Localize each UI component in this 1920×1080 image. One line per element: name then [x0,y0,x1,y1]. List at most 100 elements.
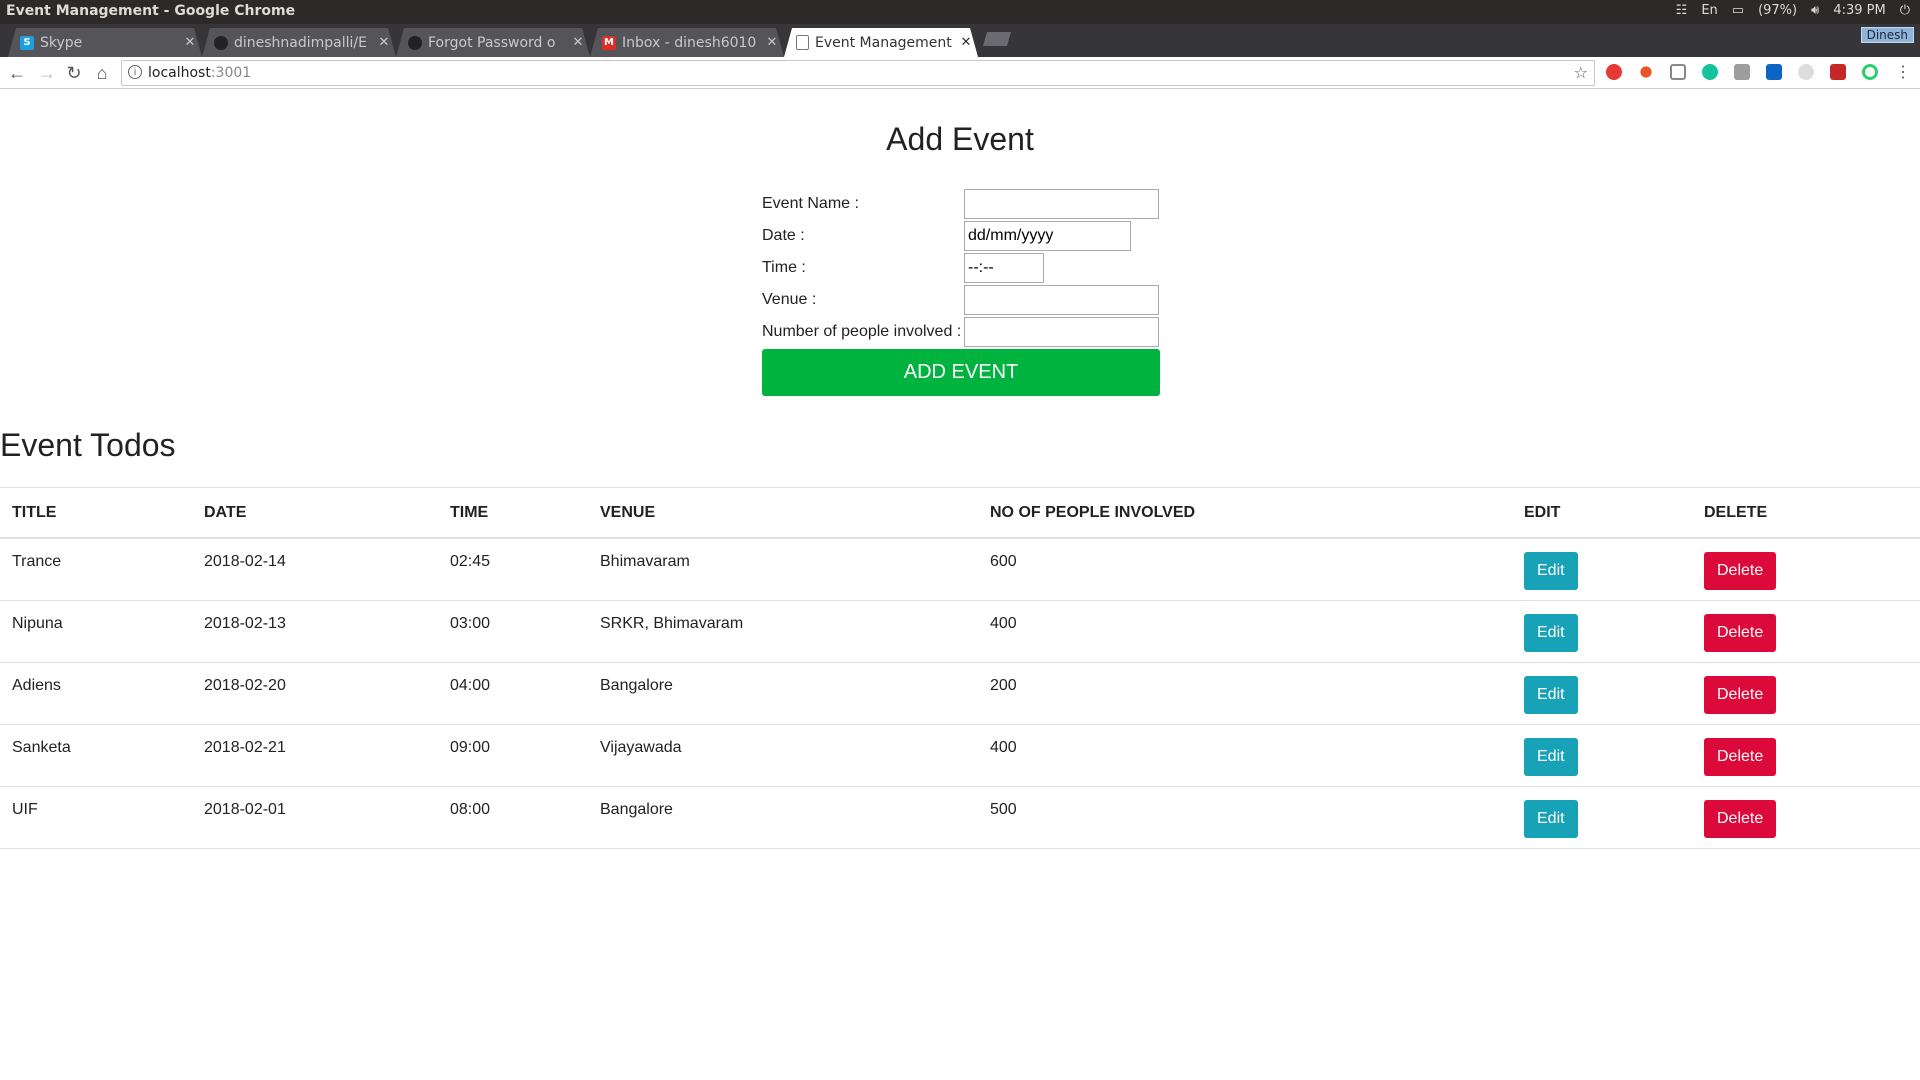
edit-button[interactable]: Edit [1524,799,1578,838]
forward-icon[interactable]: → [36,62,58,84]
tab-strip: S Skype ✕ dineshnadimpalli/E ✕ Forgot Pa… [0,24,1920,57]
tab-github-repo[interactable]: dineshnadimpalli/E ✕ [202,28,396,57]
add-event-button[interactable]: ADD EVENT [762,349,1160,396]
close-tab-icon[interactable]: ✕ [372,35,396,50]
extension-box-icon[interactable] [1670,64,1686,80]
tab-forgot-password[interactable]: Forgot Password o ✕ [396,28,590,57]
extension-red-icon[interactable] [1830,64,1846,80]
cell-date: 2018-02-20 [192,662,438,725]
tab-gmail-inbox[interactable]: M Inbox - dinesh6010 ✕ [590,28,784,57]
cell-date: 2018-02-13 [192,600,438,663]
event-name-label: Event Name : [762,195,859,212]
venue-input[interactable] [964,285,1159,315]
cell-date: 2018-02-21 [192,724,438,787]
cell-title: Trance [0,538,192,601]
tab-label: dineshnadimpalli/E [234,34,367,51]
edit-button[interactable]: Edit [1524,613,1578,652]
close-tab-icon[interactable]: ✕ [566,35,590,50]
site-info-icon[interactable]: i [128,65,142,79]
extension-g-icon[interactable] [1734,64,1750,80]
cell-venue: Bhimavaram [588,538,978,601]
new-tab-button[interactable] [983,32,1011,46]
cell-edit: Edit [1512,786,1692,849]
extension-shield-icon[interactable] [1606,64,1622,80]
edit-button[interactable]: Edit [1524,675,1578,714]
page-content: Add Event Event Name : Date : Time : Ven… [0,89,1920,1080]
table-row: Sanketa 2018-02-21 09:00 Vijayawada 400 … [0,724,1920,787]
cell-time: 02:45 [438,538,588,601]
delete-button[interactable]: Delete [1704,675,1777,714]
cell-venue: Vijayawada [588,724,978,787]
delete-button[interactable]: Delete [1704,799,1777,838]
grammarly-icon[interactable] [1702,64,1718,80]
table-row: Adiens 2018-02-20 04:00 Bangalore 200 Ed… [0,662,1920,725]
power-icon[interactable]: ⏻ [1900,3,1910,18]
reload-icon[interactable]: ↻ [63,62,85,84]
delete-button[interactable]: Delete [1704,737,1777,776]
header-date: DATE [192,487,438,539]
add-event-title: Add Event [886,121,1034,157]
tab-skype[interactable]: S Skype ✕ [8,28,202,57]
battery-icon[interactable]: ▭ [1732,3,1744,18]
cell-time: 08:00 [438,786,588,849]
header-title: TITLE [0,487,192,539]
volume-icon[interactable]: 🔊︎ [1811,3,1819,18]
clock[interactable]: 4:39 PM [1833,3,1885,18]
cell-people: 500 [978,786,1512,849]
skype-icon: S [20,36,34,50]
cell-people: 600 [978,538,1512,601]
extension-fox-icon[interactable] [1640,66,1652,78]
cell-time: 04:00 [438,662,588,725]
delete-button[interactable]: Delete [1704,552,1777,590]
network-icon[interactable]: ☷ [1676,3,1688,18]
close-tab-icon[interactable]: ✕ [178,35,202,50]
date-input[interactable] [964,221,1131,251]
tab-label: Forgot Password o [428,34,556,51]
back-icon[interactable]: ← [6,62,28,84]
cell-venue: Bangalore [588,786,978,849]
close-tab-icon[interactable]: ✕ [954,35,978,50]
extension-circle-icon[interactable] [1798,64,1814,80]
close-tab-icon[interactable]: ✕ [760,35,784,50]
cell-delete: Delete [1692,724,1920,787]
people-row: Number of people involved : [762,317,1160,347]
tab-event-management[interactable]: Event Management ✕ [784,28,978,57]
bookmark-star-icon[interactable]: ☆ [1574,63,1588,82]
time-input[interactable] [964,253,1044,283]
cell-title: UIF [0,786,192,849]
github-icon [408,36,422,50]
cell-delete: Delete [1692,538,1920,601]
home-icon[interactable]: ⌂ [91,62,113,84]
window-title: Event Management - Google Chrome [6,3,296,19]
people-input[interactable] [964,317,1159,347]
edit-button[interactable]: Edit [1524,552,1578,590]
edit-button[interactable]: Edit [1524,737,1578,776]
system-tray: ☷ En ▭ (97%) 🔊︎ 4:39 PM ⏻ [1676,3,1910,18]
extension-ring-icon[interactable] [1862,64,1878,80]
profile-button[interactable]: Dinesh [1860,27,1914,43]
cell-title: Nipuna [0,600,192,663]
address-bar[interactable]: i localhost:3001 ☆ [121,60,1595,86]
cell-venue: Bangalore [588,662,978,725]
cell-edit: Edit [1512,724,1692,787]
events-table: TITLE DATE TIME VENUE NO OF PEOPLE INVOL… [0,487,1920,849]
url-text[interactable]: localhost:3001 [148,65,251,81]
date-row: Date : [762,221,1160,251]
cell-people: 400 [978,600,1512,663]
venue-row: Venue : [762,285,1160,315]
cell-title: Sanketa [0,724,192,787]
cell-date: 2018-02-01 [192,786,438,849]
header-edit: EDIT [1512,487,1692,539]
cell-delete: Delete [1692,662,1920,725]
cell-title: Adiens [0,662,192,725]
time-row: Time : [762,253,1160,283]
event-name-input[interactable] [964,189,1159,219]
cell-date: 2018-02-14 [192,538,438,601]
time-label: Time : [762,259,806,276]
keyboard-layout-indicator[interactable]: En [1701,3,1717,18]
delete-button[interactable]: Delete [1704,613,1777,652]
menu-kebab-icon[interactable]: ⋮ [1892,62,1914,84]
header-venue: VENUE [588,487,978,539]
cell-edit: Edit [1512,538,1692,601]
linkedin-icon[interactable] [1766,64,1782,80]
